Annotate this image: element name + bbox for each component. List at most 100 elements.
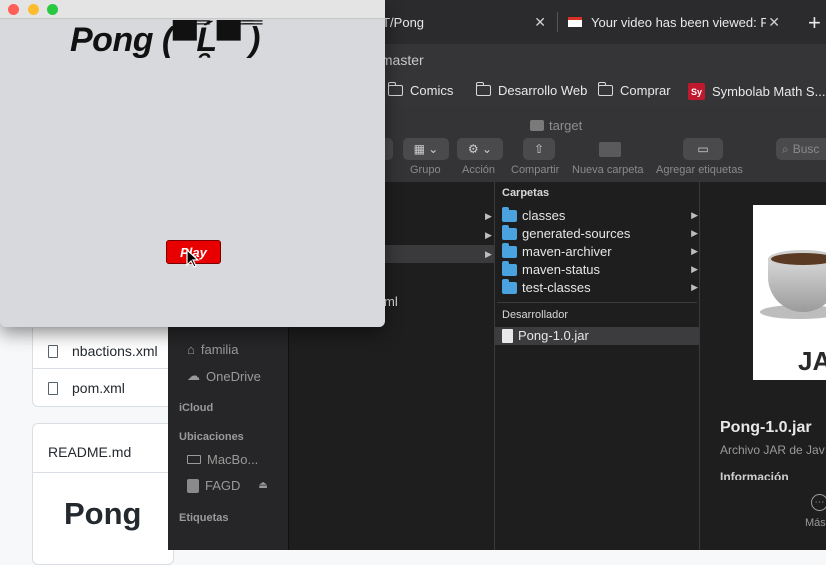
preview-file-name: Pong-1.0.jar bbox=[720, 419, 812, 436]
search-field[interactable]: ⌕ Busc bbox=[776, 138, 826, 160]
bookmark-label: Desarrollo Web bbox=[498, 83, 588, 98]
new-folder-icon bbox=[599, 141, 621, 157]
folder-name: maven-status bbox=[522, 262, 601, 277]
bookmark-symbolab[interactable]: Sy Symbolab Math S... bbox=[688, 83, 825, 100]
file-name[interactable]: nbactions.xml bbox=[72, 343, 158, 359]
chevron-right-icon: ▶ bbox=[691, 210, 698, 220]
pong-game-title: Pong (▀̿Ĺ̯▀̿ ̿) bbox=[70, 21, 260, 59]
folder-icon bbox=[502, 224, 517, 240]
new-folder-button[interactable] bbox=[591, 138, 629, 160]
sidebar-item-label: familia bbox=[200, 342, 239, 357]
symbolab-icon: Sy bbox=[688, 83, 705, 100]
chevron-right-icon: ▶ bbox=[485, 230, 492, 240]
toolbar-label: Compartir bbox=[511, 164, 560, 176]
file-icon bbox=[48, 344, 58, 358]
folder-row-test-classes[interactable]: test-classes ▶ bbox=[502, 278, 698, 295]
add-tags-button[interactable]: ▭ bbox=[683, 138, 723, 160]
more-button[interactable]: ⋯ bbox=[811, 494, 826, 511]
sidebar-item-familia[interactable]: ⌂ familia bbox=[187, 342, 238, 357]
close-window-button[interactable] bbox=[8, 4, 19, 15]
bookmark-comics[interactable]: Comics bbox=[387, 82, 454, 98]
zoom-window-button[interactable] bbox=[47, 4, 58, 15]
drive-icon bbox=[187, 478, 199, 493]
file-name: Pong-1.0.jar bbox=[518, 328, 589, 343]
folder-icon bbox=[502, 278, 517, 294]
bookmark-label: Comprar bbox=[620, 83, 671, 98]
sidebar-item-label: FAGD bbox=[205, 478, 241, 493]
sidebar-item-fagd[interactable]: FAGD ⏏ bbox=[187, 478, 268, 493]
bookmark-label: Comics bbox=[410, 83, 454, 98]
sidebar-section-etiquetas[interactable]: Etiquetas bbox=[179, 512, 229, 524]
readme-header: README.md bbox=[48, 444, 132, 460]
laptop-icon bbox=[187, 455, 201, 464]
bookmark-desarrollo-web[interactable]: Desarrollo Web bbox=[475, 82, 588, 98]
folder-icon bbox=[475, 82, 491, 96]
file-icon bbox=[48, 381, 58, 395]
sidebar-section-ubicaciones[interactable]: Ubicaciones bbox=[179, 431, 244, 443]
group-button[interactable]: ▦ ⌄ bbox=[403, 138, 449, 160]
folder-icon bbox=[502, 260, 517, 276]
folder-row-maven-archiver[interactable]: maven-archiver ▶ bbox=[502, 242, 698, 259]
finder-title-text: target bbox=[549, 118, 583, 133]
close-icon[interactable]: ✕ bbox=[768, 14, 790, 31]
sidebar-item-onedrive[interactable]: ☁ OneDrive bbox=[187, 368, 261, 384]
folder-row-generated-sources[interactable]: generated-sources ▶ bbox=[502, 224, 698, 241]
new-tab-button[interactable]: + bbox=[808, 10, 821, 36]
tag-icon: ▭ bbox=[697, 142, 709, 156]
ellipsis-icon: ⋯ bbox=[814, 497, 825, 508]
chevron-right-icon: ▶ bbox=[485, 211, 492, 221]
preview-info-heading: Información bbox=[720, 470, 789, 480]
action-button[interactable]: ⚙ ⌄ bbox=[457, 138, 503, 160]
bookmark-comprar[interactable]: Comprar bbox=[597, 82, 671, 98]
folder-name: test-classes bbox=[522, 280, 591, 295]
search-placeholder: Busc bbox=[792, 142, 820, 156]
toolbar-label: Grupo bbox=[410, 164, 441, 176]
folder-name: generated-sources bbox=[522, 226, 631, 241]
browser-tab-pong[interactable]: GT/Pong ✕ bbox=[372, 5, 556, 39]
sidebar-item-label: MacBo... bbox=[207, 452, 259, 467]
more-label: Más bbox=[805, 517, 826, 529]
folder-name: maven-archiver bbox=[522, 244, 612, 259]
folder-name: classes bbox=[522, 208, 566, 223]
sidebar-section-icloud[interactable]: iCloud bbox=[179, 402, 213, 414]
share-icon: ⇧ bbox=[533, 142, 545, 156]
home-icon: ⌂ bbox=[187, 342, 195, 357]
eject-icon[interactable]: ⏏ bbox=[258, 480, 267, 491]
divider bbox=[32, 368, 172, 369]
bookmark-label: Symbolab Math S... bbox=[712, 84, 826, 99]
divider bbox=[497, 302, 697, 303]
close-icon[interactable]: ✕ bbox=[534, 14, 556, 31]
folder-icon bbox=[502, 242, 517, 258]
sidebar-item-label: OneDrive bbox=[206, 368, 261, 384]
minimize-window-button[interactable] bbox=[28, 4, 39, 15]
toolbar-label: Agregar etiquetas bbox=[656, 164, 743, 176]
folder-row-maven-status[interactable]: maven-status ▶ bbox=[502, 260, 698, 277]
column-header-carpetas: Carpetas bbox=[502, 187, 550, 199]
chevron-right-icon: ▶ bbox=[691, 282, 698, 292]
readme-title: Pong bbox=[64, 496, 142, 531]
folder-icon bbox=[502, 206, 517, 222]
grid-icon: ▦ ⌄ bbox=[413, 142, 439, 156]
share-button[interactable]: ⇧ bbox=[523, 138, 555, 160]
chevron-right-icon: ▶ bbox=[691, 264, 698, 274]
file-row-pom[interactable]: pom.xml bbox=[48, 380, 125, 396]
browser-tab-video[interactable]: Your video has been viewed: P ✕ bbox=[568, 5, 790, 39]
finder-title: target bbox=[530, 118, 582, 133]
file-name[interactable]: pom.xml bbox=[72, 380, 125, 396]
file-row-nbactions[interactable]: nbactions.xml bbox=[48, 343, 158, 359]
folder-icon bbox=[530, 120, 544, 131]
folder-row-classes[interactable]: classes ▶ bbox=[502, 206, 698, 223]
column-header-desarrollador: Desarrollador bbox=[502, 309, 569, 321]
divider bbox=[32, 472, 172, 473]
folder-icon bbox=[387, 82, 403, 96]
file-name-partial[interactable]: ml bbox=[384, 294, 398, 309]
sidebar-item-macbook[interactable]: MacBo... bbox=[187, 452, 258, 467]
folder-icon bbox=[597, 82, 613, 96]
jar-image-label: JA bbox=[798, 346, 826, 376]
tab-title: Your video has been viewed: P bbox=[591, 14, 766, 30]
chevron-right-icon: ▶ bbox=[485, 249, 492, 259]
preview-file-kind: Archivo JAR de Jav bbox=[720, 443, 825, 457]
file-row-pong-jar[interactable]: Pong-1.0.jar bbox=[502, 328, 698, 343]
toolbar-label: Nueva carpeta bbox=[572, 164, 644, 176]
mouse-cursor-icon bbox=[186, 249, 200, 268]
